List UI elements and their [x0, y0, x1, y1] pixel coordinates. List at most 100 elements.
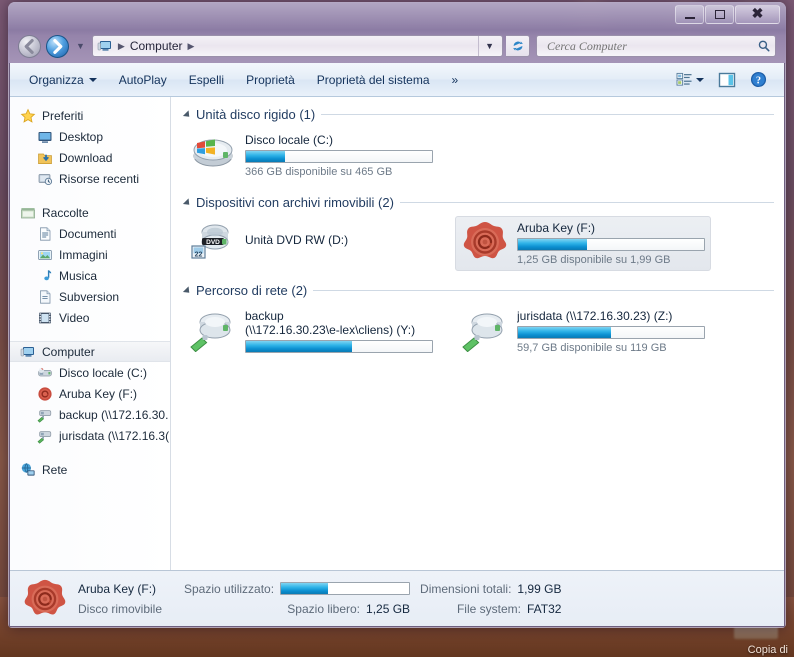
star-icon — [20, 108, 36, 124]
details-used-bar — [280, 582, 411, 595]
sidebar-item-documenti[interactable]: Documenti — [10, 223, 170, 244]
details-fs-row: File system: FAT32 — [420, 601, 561, 617]
aruba-key-icon — [22, 577, 68, 621]
collapse-arrow-icon[interactable] — [182, 109, 193, 120]
toolbar-item-proprieta[interactable]: Proprietà — [235, 69, 306, 91]
sidebar-group-preferiti[interactable]: Preferiti — [10, 105, 170, 126]
drive-capacity-text: 366 GB disponibile su 465 GB — [245, 166, 393, 178]
close-button[interactable]: ✖ — [735, 5, 780, 24]
tile-group-network: backup (\\172.16.30.23\e-lex\cliens) (Y:… — [183, 304, 784, 359]
maximize-button[interactable] — [705, 5, 734, 24]
details-drive-type: Disco rimovibile — [78, 601, 163, 616]
drive-tile-jurisdata-z[interactable]: jurisdata (\\172.16.30.23) (Z:) 59,7 GB … — [455, 304, 711, 359]
collapse-arrow-icon[interactable] — [182, 197, 193, 208]
toolbar-item-espelli[interactable]: Espelli — [178, 69, 235, 91]
explorer-panes: Preferiti Desktop Download Risorse recen… — [10, 97, 784, 570]
file-list-view[interactable]: Unità disco rigido (1) Disco locale (C:)… — [171, 97, 784, 570]
drive-tile-body: Disco locale (C:) 366 GB disponibile su … — [245, 132, 433, 179]
address-bar-row: ▼ ▶ Computer ▶ ▼ — [18, 34, 776, 58]
breadcrumb-separator: ▶ — [117, 40, 125, 51]
sidebar-group-rete[interactable]: Rete — [10, 459, 170, 480]
toolbar-label: Espelli — [188, 72, 225, 87]
navigation-pane: Preferiti Desktop Download Risorse recen… — [10, 97, 171, 570]
dvd-drive-icon: DVD 22 — [189, 220, 237, 264]
explorer-window: ✖ ▼ ▶ Computer ▶ ▼ Cerca Computer Organi… — [8, 2, 786, 628]
sidebar-item-video[interactable]: Video — [10, 307, 170, 328]
search-input[interactable] — [545, 37, 757, 55]
show-preview-pane-button[interactable] — [713, 69, 741, 91]
details-free-label: Spazio libero: — [287, 601, 361, 616]
help-button[interactable]: ? — [745, 68, 772, 91]
change-view-button[interactable] — [671, 69, 709, 90]
sidebar-item-aruba-key-f[interactable]: Aruba Key (F:) — [10, 383, 170, 404]
sidebar-group-raccolte[interactable]: Raccolte — [10, 202, 170, 223]
sidebar-item-desktop[interactable]: Desktop — [10, 126, 170, 147]
back-button[interactable] — [18, 34, 41, 58]
sidebar-item-computer[interactable]: Computer — [10, 341, 170, 362]
drive-tile-body: backup (\\172.16.30.23\e-lex\cliens) (Y:… — [245, 308, 433, 353]
details-space-column: Spazio utilizzato: Spazio libero: 1,25 G… — [184, 581, 411, 617]
toolbar-item-proprieta-sistema[interactable]: Proprietà del sistema — [306, 69, 441, 91]
sidebar-item-immagini[interactable]: Immagini — [10, 244, 170, 265]
minimize-button[interactable] — [675, 5, 704, 24]
address-history-dropdown[interactable]: ▼ — [478, 36, 500, 56]
drive-tile-backup-y[interactable]: backup (\\172.16.30.23\e-lex\cliens) (Y:… — [183, 304, 439, 359]
breadcrumb-computer[interactable]: Computer — [130, 39, 183, 53]
sidebar-item-label: Documenti — [59, 226, 117, 241]
capacity-bar-fill — [518, 327, 611, 338]
forward-button[interactable] — [46, 34, 69, 58]
address-bar[interactable]: ▶ Computer ▶ ▼ — [91, 35, 503, 57]
computer-icon — [97, 38, 113, 54]
sidebar-item-label: Video — [59, 310, 90, 325]
sidebar-item-label: Subversion — [59, 289, 120, 304]
toolbar-item-organizza[interactable]: Organizza — [18, 69, 108, 91]
network-drive-icon — [37, 407, 53, 423]
toolbar-item-autoplay[interactable]: AutoPlay — [108, 69, 178, 91]
capacity-bar — [245, 340, 433, 353]
recent-pages-button[interactable]: ▼ — [76, 41, 85, 51]
group-header-removable[interactable]: Dispositivi con archivi rimovibili (2) — [182, 195, 784, 210]
drive-tile-aruba-key-f[interactable]: Aruba Key (F:) 1,25 GB disponibile su 1,… — [455, 216, 711, 271]
sidebar-item-label: Immagini — [59, 247, 108, 262]
sidebar-group-label: Preferiti — [42, 108, 84, 123]
search-box[interactable] — [536, 35, 776, 57]
group-header-network[interactable]: Percorso di rete (2) — [182, 283, 784, 298]
details-total-label: Dimensioni totali: — [420, 581, 512, 596]
drive-tile-disco-locale-c[interactable]: Disco locale (C:) 366 GB disponibile su … — [183, 128, 439, 183]
sidebar-item-jurisdata-network[interactable]: jurisdata (\\172.16.3( — [10, 425, 170, 446]
computer-icon — [20, 344, 36, 360]
details-total-row: Dimensioni totali: 1,99 GB — [420, 581, 561, 597]
network-drive-icon — [37, 428, 53, 444]
toolbar-label: AutoPlay — [118, 72, 167, 87]
refresh-button[interactable] — [506, 35, 530, 57]
breadcrumb-separator-2[interactable]: ▶ — [183, 41, 200, 52]
sidebar-item-risorse-recenti[interactable]: Risorse recenti — [10, 168, 170, 189]
chevron-down-icon — [88, 77, 97, 82]
sidebar-item-subversion[interactable]: Subversion — [10, 286, 170, 307]
network-icon — [20, 462, 36, 478]
sidebar-item-download[interactable]: Download — [10, 147, 170, 168]
details-total-value: 1,99 GB — [517, 581, 562, 596]
drive-tile-dvd-rw-d[interactable]: DVD 22 Unità DVD RW (D:) — [183, 216, 439, 271]
drive-capacity-text: 1,25 GB disponibile su 1,99 GB — [517, 254, 671, 266]
drive-name: jurisdata (\\172.16.30.23) (Z:) — [517, 309, 673, 323]
window-client-area: Organizza AutoPlay Espelli Proprietà Pro… — [9, 63, 785, 627]
sidebar-item-backup-network[interactable]: backup (\\172.16.30. — [10, 404, 170, 425]
details-free-row: Spazio libero: 1,25 GB — [184, 601, 410, 617]
toolbar-label: Organizza — [29, 72, 84, 87]
sidebar-item-label: Download — [59, 150, 113, 165]
details-name-column: Aruba Key (F:) Disco rimovibile — [78, 581, 174, 617]
toolbar-overflow-button[interactable]: » — [441, 69, 470, 91]
maximize-icon — [714, 10, 725, 19]
documents-icon — [37, 226, 53, 242]
drive-tile-body: Aruba Key (F:) 1,25 GB disponibile su 1,… — [517, 220, 705, 267]
toolbar-label: Proprietà del sistema — [316, 72, 430, 87]
sidebar-item-musica[interactable]: Musica — [10, 265, 170, 286]
details-fs-label: File system: — [456, 601, 521, 616]
group-header-hard-drives[interactable]: Unità disco rigido (1) — [182, 107, 784, 122]
network-drive-icon — [189, 308, 237, 352]
collapse-arrow-icon[interactable] — [182, 285, 193, 296]
sidebar-item-disco-locale-c[interactable]: Disco locale (C:) — [10, 362, 170, 383]
